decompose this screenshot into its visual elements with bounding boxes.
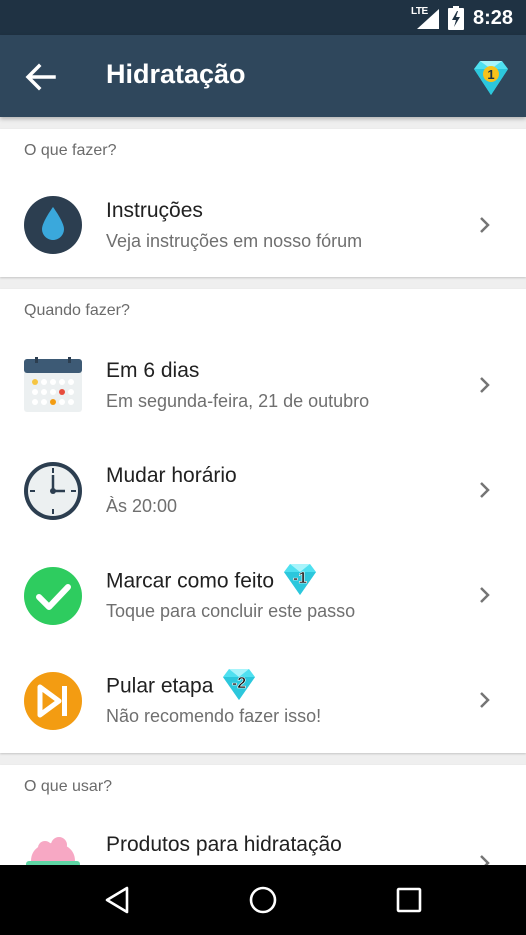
calendar-icon bbox=[24, 357, 82, 412]
nav-recents-icon[interactable] bbox=[392, 883, 426, 917]
page-title: Hidratação bbox=[106, 59, 246, 89]
mark-done-row[interactable]: Marcar como feito -1 Toque para concluir… bbox=[0, 547, 526, 652]
chevron-right-icon bbox=[480, 692, 490, 708]
check-circle-icon bbox=[24, 567, 82, 625]
gem-cost-icon: -2 bbox=[223, 669, 256, 700]
content-scroll[interactable]: O que fazer? Instruções Veja instruções … bbox=[0, 117, 526, 865]
products-title: Produtos para hidratação bbox=[106, 833, 342, 856]
schedule-subtitle: Em segunda-feira, 21 de outubro bbox=[106, 391, 370, 411]
products-row[interactable]: Produtos para hidratação bbox=[0, 813, 526, 865]
instructions-subtitle: Veja instruções em nosso fórum bbox=[106, 231, 363, 251]
nav-back-icon[interactable] bbox=[100, 883, 134, 917]
section-header-what: O que fazer? bbox=[24, 142, 117, 159]
nav-home-icon[interactable] bbox=[246, 883, 280, 917]
change-time-subtitle: Às 20:00 bbox=[106, 496, 178, 516]
chevron-right-icon bbox=[480, 855, 490, 865]
section-when: Quando fazer? Em 6 dias Em segunda-feira… bbox=[0, 289, 526, 753]
water-drop-icon bbox=[24, 196, 82, 254]
chevron-right-icon bbox=[480, 217, 490, 233]
section-header-when: Quando fazer? bbox=[24, 302, 130, 319]
skip-title-line: Pular etapa -2 bbox=[106, 669, 257, 704]
instructions-title: Instruções bbox=[106, 199, 203, 222]
status-bar: LTE 8:28 bbox=[0, 0, 526, 35]
skip-next-icon bbox=[24, 672, 82, 730]
skip-subtitle: Não recomendo fazer isso! bbox=[106, 706, 322, 726]
signal-icon bbox=[417, 9, 439, 29]
gem-counter-icon[interactable]: 1 bbox=[470, 57, 512, 97]
change-time-title: Mudar horário bbox=[106, 464, 237, 487]
section-use: O que usar? Produtos para hidratação bbox=[0, 765, 526, 865]
section-what: O que fazer? Instruções Veja instruções … bbox=[0, 129, 526, 277]
schedule-row[interactable]: Em 6 dias Em segunda-feira, 21 de outubr… bbox=[0, 337, 526, 442]
instructions-row[interactable]: Instruções Veja instruções em nosso fóru… bbox=[0, 177, 526, 277]
clock-time: 8:28 bbox=[473, 7, 514, 29]
section-header-use: O que usar? bbox=[24, 778, 113, 795]
mark-done-title-line: Marcar como feito -1 bbox=[106, 564, 318, 599]
schedule-title: Em 6 dias bbox=[106, 359, 200, 382]
mark-done-title: Marcar como feito bbox=[106, 569, 275, 593]
mark-done-subtitle: Toque para concluir este passo bbox=[106, 601, 356, 621]
system-nav-bar bbox=[0, 865, 526, 935]
chevron-right-icon bbox=[480, 587, 490, 603]
chevron-right-icon bbox=[480, 377, 490, 393]
mark-done-gem-value: -1 bbox=[293, 570, 307, 587]
battery-charging-icon bbox=[448, 6, 464, 30]
app-bar: Hidratação 1 bbox=[0, 35, 526, 117]
skip-row[interactable]: Pular etapa -2 Não recomendo fazer isso! bbox=[0, 652, 526, 757]
change-time-row[interactable]: Mudar horário Às 20:00 bbox=[0, 442, 526, 547]
gem-count: 1 bbox=[487, 67, 494, 82]
cosmetic-jar-icon bbox=[26, 837, 80, 865]
chevron-right-icon bbox=[480, 482, 490, 498]
back-arrow-icon[interactable] bbox=[24, 63, 56, 91]
gem-cost-icon: -1 bbox=[284, 564, 317, 595]
skip-gem-value: -2 bbox=[232, 675, 246, 692]
skip-title: Pular etapa bbox=[106, 674, 214, 698]
clock-icon bbox=[24, 462, 82, 520]
